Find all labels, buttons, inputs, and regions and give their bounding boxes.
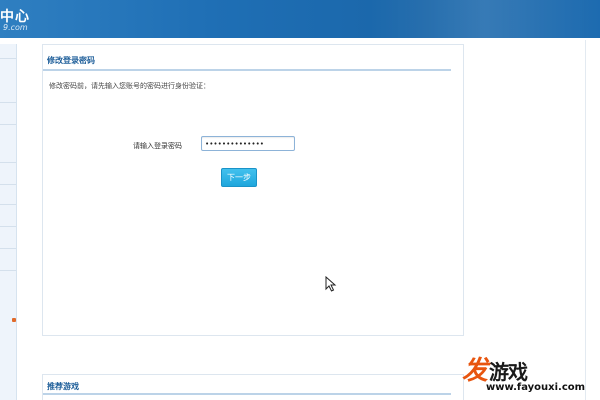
sidebar-divider	[0, 226, 16, 227]
header-shine	[370, 0, 600, 38]
screen: 中心 9.com 修改登录密码 修改密码前，请先输入您账号的密码进行身份验证： …	[0, 0, 600, 400]
sidebar-divider	[0, 184, 16, 185]
sidebar-divider	[0, 248, 16, 249]
watermark-logo-accent: 发	[462, 356, 488, 386]
section-divider	[43, 393, 451, 395]
sidebar-marker-icon	[12, 318, 16, 322]
right-divider	[585, 40, 586, 400]
top-header: 中心 9.com	[0, 0, 600, 38]
sidebar-divider	[0, 124, 16, 125]
watermark-url: www.fayouxi.com	[486, 382, 586, 393]
sidebar-divider	[0, 270, 16, 271]
password-label: 请输入登录密码	[133, 142, 182, 150]
instruction-text: 修改密码前，请先输入您账号的密码进行身份验证：	[49, 82, 210, 90]
brand-subtitle: 9.com	[3, 23, 28, 32]
mouse-pointer-icon	[325, 276, 337, 292]
password-input[interactable]	[201, 136, 295, 151]
section-divider	[43, 69, 451, 71]
watermark-logo-rest: 游戏	[489, 360, 528, 384]
next-step-button[interactable]: 下一步	[221, 168, 257, 187]
section-title: 修改登录密码	[47, 56, 95, 65]
change-password-panel: 修改登录密码 修改密码前，请先输入您账号的密码进行身份验证： 请输入登录密码 下…	[42, 44, 464, 336]
left-sidebar	[0, 44, 17, 400]
sidebar-divider	[0, 204, 16, 205]
recommended-games-title: 推荐游戏	[47, 382, 79, 391]
sidebar-divider	[0, 162, 16, 163]
sidebar-divider	[0, 58, 16, 59]
recommended-games-section: 推荐游戏	[42, 374, 464, 400]
site-watermark: 发游戏 www.fayouxi.com	[460, 350, 600, 400]
sidebar-divider	[0, 102, 16, 103]
